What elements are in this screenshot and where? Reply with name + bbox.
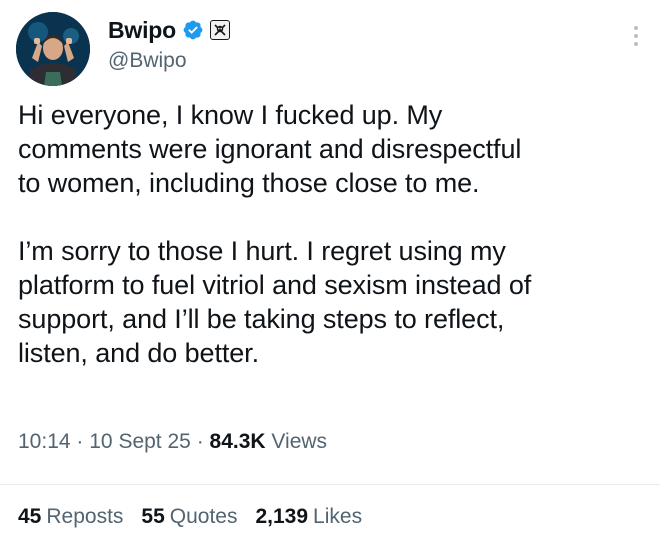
likes-label: Likes: [313, 505, 363, 528]
quotes-count: 55: [141, 505, 165, 528]
avatar[interactable]: [16, 12, 90, 86]
divider: [0, 484, 660, 485]
reposts-count: 45: [18, 505, 42, 528]
more-vertical-icon[interactable]: [632, 26, 640, 54]
tweet-text: Hi everyone, I know I fucked up. My comm…: [18, 98, 646, 370]
quotes-stat[interactable]: 55 Quotes: [141, 505, 237, 529]
tweet-paragraph-2: I’m sorry to those I hurt. I regret usin…: [18, 236, 532, 368]
avatar-image: [16, 12, 90, 86]
views-label[interactable]: Views: [271, 430, 327, 453]
handle[interactable]: @Bwipo: [108, 49, 230, 73]
team-logo-icon: [214, 24, 226, 36]
quotes-label: Quotes: [169, 505, 238, 528]
tweet-card: Bwipo @Bwipo Hi everyone, I know I fucke…: [0, 0, 660, 550]
name-row: Bwipo: [108, 14, 230, 46]
engagement-stats: 45 Reposts 55 Quotes 2,139 Likes: [18, 505, 380, 529]
meta-separator: ·: [196, 430, 204, 453]
tweet-date[interactable]: 10 Sept 25: [89, 430, 191, 453]
likes-stat[interactable]: 2,139 Likes: [255, 505, 362, 529]
author-info: Bwipo @Bwipo: [108, 14, 230, 73]
tweet-time[interactable]: 10:14: [18, 430, 71, 453]
meta-separator: ·: [76, 430, 84, 453]
tweet-paragraph-1: Hi everyone, I know I fucked up. My comm…: [18, 100, 522, 198]
tweet-meta: 10:14 · 10 Sept 25 · 84.3K Views: [18, 430, 327, 454]
tweet-header: Bwipo @Bwipo: [16, 12, 644, 86]
reposts-label: Reposts: [46, 505, 124, 528]
reposts-stat[interactable]: 45 Reposts: [18, 505, 123, 529]
display-name[interactable]: Bwipo: [108, 17, 176, 44]
team-badge-icon[interactable]: [210, 20, 230, 40]
likes-count: 2,139: [255, 505, 309, 528]
verified-badge-icon: [183, 20, 203, 40]
views-count[interactable]: 84.3K: [210, 430, 266, 453]
